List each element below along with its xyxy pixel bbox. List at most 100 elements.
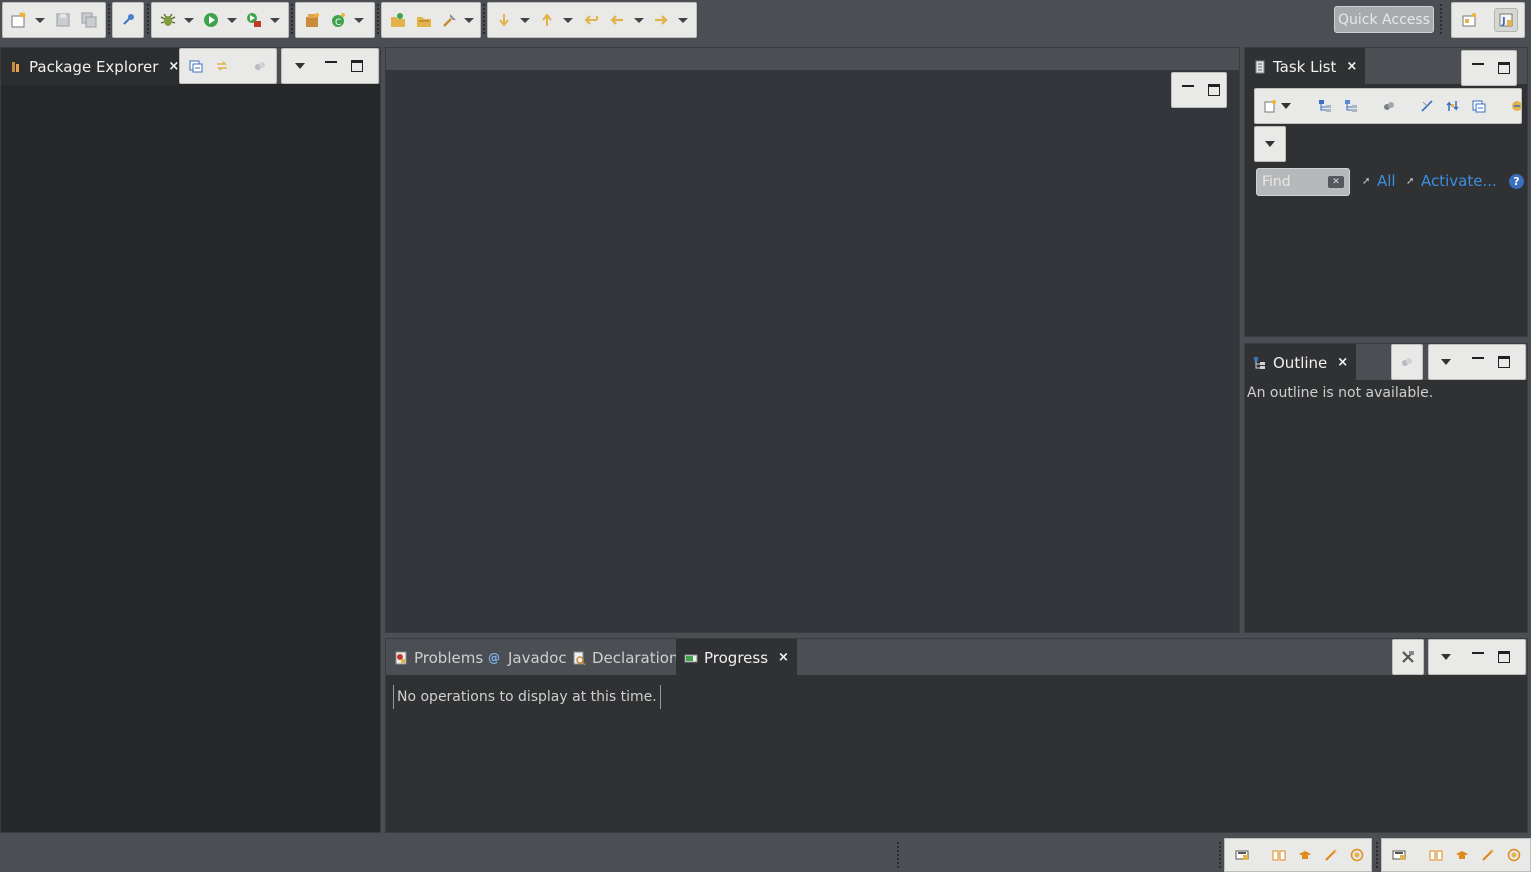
toolbar-grip[interactable]: [291, 4, 293, 34]
tab-javadoc[interactable]: @ Javadoc: [480, 639, 575, 676]
whats-new-icon[interactable]: [1502, 843, 1526, 867]
status-grip[interactable]: [1376, 842, 1378, 868]
forward-icon[interactable]: [649, 8, 673, 32]
package-explorer-icon: [9, 60, 23, 74]
samples-icon[interactable]: [1319, 843, 1343, 867]
search-dropdown-icon[interactable]: [462, 8, 476, 32]
scheduled-icon[interactable]: [1339, 94, 1363, 118]
close-icon[interactable]: ×: [168, 59, 179, 74]
maximize-icon[interactable]: [1495, 648, 1513, 666]
hide-completed-icon[interactable]: [1415, 94, 1439, 118]
task-find-input[interactable]: Find ✕: [1256, 168, 1350, 196]
activate-task-link[interactable]: Activate...: [1421, 172, 1497, 190]
minimize-icon[interactable]: [1469, 353, 1487, 371]
open-perspective-icon[interactable]: [1457, 8, 1481, 32]
restore-icon[interactable]: [1387, 843, 1411, 867]
close-icon[interactable]: ×: [778, 650, 789, 665]
minimize-icon[interactable]: [1469, 59, 1487, 77]
overview-icon[interactable]: [1424, 843, 1448, 867]
next-annotation-icon[interactable]: [492, 8, 516, 32]
focus-active-task-icon[interactable]: [1395, 350, 1419, 374]
new-task-dropdown-icon[interactable]: [1279, 94, 1293, 118]
link-with-editor-icon[interactable]: [210, 54, 234, 78]
toolbar-grip[interactable]: [147, 4, 149, 34]
minimize-icon[interactable]: [322, 57, 340, 75]
view-menu-icon[interactable]: [288, 54, 312, 78]
filter-all-link[interactable]: All: [1377, 172, 1396, 190]
open-task-icon[interactable]: [412, 8, 436, 32]
task-repositories-icon[interactable]: [1505, 94, 1521, 118]
save-all-icon[interactable]: [77, 8, 101, 32]
maximize-icon[interactable]: [348, 57, 366, 75]
search-icon[interactable]: [438, 8, 462, 32]
maximize-icon[interactable]: [1205, 81, 1223, 99]
run-dropdown-icon[interactable]: [225, 8, 239, 32]
close-icon[interactable]: ×: [1337, 355, 1348, 370]
external-tools-dropdown-icon[interactable]: [268, 8, 282, 32]
tab-label: Declaration: [592, 648, 679, 667]
save-icon[interactable]: [51, 8, 75, 32]
remove-all-finished-icon[interactable]: [1396, 645, 1420, 669]
help-icon[interactable]: ?: [1509, 174, 1524, 189]
focus-on-workweek-icon[interactable]: [1377, 94, 1401, 118]
minimize-icon[interactable]: [1179, 81, 1197, 99]
progress-empty-message: No operations to display at this time.: [393, 685, 661, 709]
package-explorer-view: Package Explorer ×: [0, 47, 381, 833]
new-wizard-icon[interactable]: [7, 8, 31, 32]
overview-icon[interactable]: [1267, 843, 1291, 867]
toolbar-grip[interactable]: [108, 4, 110, 34]
forward-dropdown-icon[interactable]: [676, 8, 690, 32]
tab-outline[interactable]: Outline ×: [1245, 344, 1357, 381]
collapse-all-icon[interactable]: [184, 54, 208, 78]
restore-icon[interactable]: [1230, 843, 1254, 867]
maximize-icon[interactable]: [1495, 59, 1513, 77]
new-java-class-dropdown-icon[interactable]: [352, 8, 366, 32]
tutorials-icon[interactable]: [1293, 843, 1317, 867]
previous-annotation-icon[interactable]: [535, 8, 559, 32]
quick-access-input[interactable]: Quick Access: [1334, 6, 1434, 33]
task-list-view-menu: [1254, 126, 1286, 162]
debug-icon[interactable]: [156, 8, 180, 32]
view-menu-icon[interactable]: [1258, 132, 1282, 156]
new-dropdown-icon[interactable]: [33, 8, 47, 32]
open-type-icon[interactable]: [386, 8, 410, 32]
run-icon[interactable]: [199, 8, 223, 32]
toolbar-grip[interactable]: [377, 4, 379, 34]
status-grip[interactable]: [1219, 842, 1221, 868]
previous-annotation-dropdown-icon[interactable]: [561, 8, 575, 32]
toolbar-grip[interactable]: [1440, 4, 1442, 34]
samples-icon[interactable]: [1476, 843, 1500, 867]
synchronize-icon[interactable]: [1441, 94, 1465, 118]
tab-task-list[interactable]: Task List ×: [1245, 48, 1366, 85]
tab-label: Progress: [704, 648, 769, 667]
back-dropdown-icon[interactable]: [632, 8, 646, 32]
close-icon[interactable]: ×: [1346, 59, 1357, 74]
maximize-icon[interactable]: [1495, 353, 1513, 371]
back-icon[interactable]: [605, 8, 629, 32]
task-list-window-controls: [1461, 50, 1517, 86]
new-java-class-icon[interactable]: C: [326, 8, 350, 32]
toolbar-grip[interactable]: [483, 4, 485, 34]
tutorials-icon[interactable]: [1450, 843, 1474, 867]
java-perspective-icon[interactable]: J: [1494, 8, 1518, 32]
categorized-icon[interactable]: [1313, 94, 1337, 118]
editor-tab-strip: [386, 48, 1239, 70]
new-java-package-icon[interactable]: [300, 8, 324, 32]
view-menu-icon[interactable]: [1434, 350, 1458, 374]
pin-editor-icon[interactable]: [116, 8, 140, 32]
clear-icon[interactable]: ✕: [1328, 176, 1344, 188]
tab-problems[interactable]: Problems: [386, 639, 491, 676]
focus-active-task-icon[interactable]: [248, 54, 272, 78]
tab-progress[interactable]: Progress ×: [676, 639, 797, 676]
minimize-icon[interactable]: [1469, 648, 1487, 666]
debug-dropdown-icon[interactable]: [182, 8, 196, 32]
status-grip[interactable]: [897, 842, 899, 868]
next-annotation-dropdown-icon[interactable]: [518, 8, 532, 32]
tab-declaration[interactable]: Declaration: [564, 639, 686, 676]
whats-new-icon[interactable]: [1345, 843, 1369, 867]
tab-package-explorer[interactable]: Package Explorer ×: [1, 48, 188, 85]
external-tools-icon[interactable]: [242, 8, 266, 32]
collapse-all-icon[interactable]: [1467, 94, 1491, 118]
view-menu-icon[interactable]: [1434, 645, 1458, 669]
last-edit-location-icon[interactable]: [579, 8, 603, 32]
